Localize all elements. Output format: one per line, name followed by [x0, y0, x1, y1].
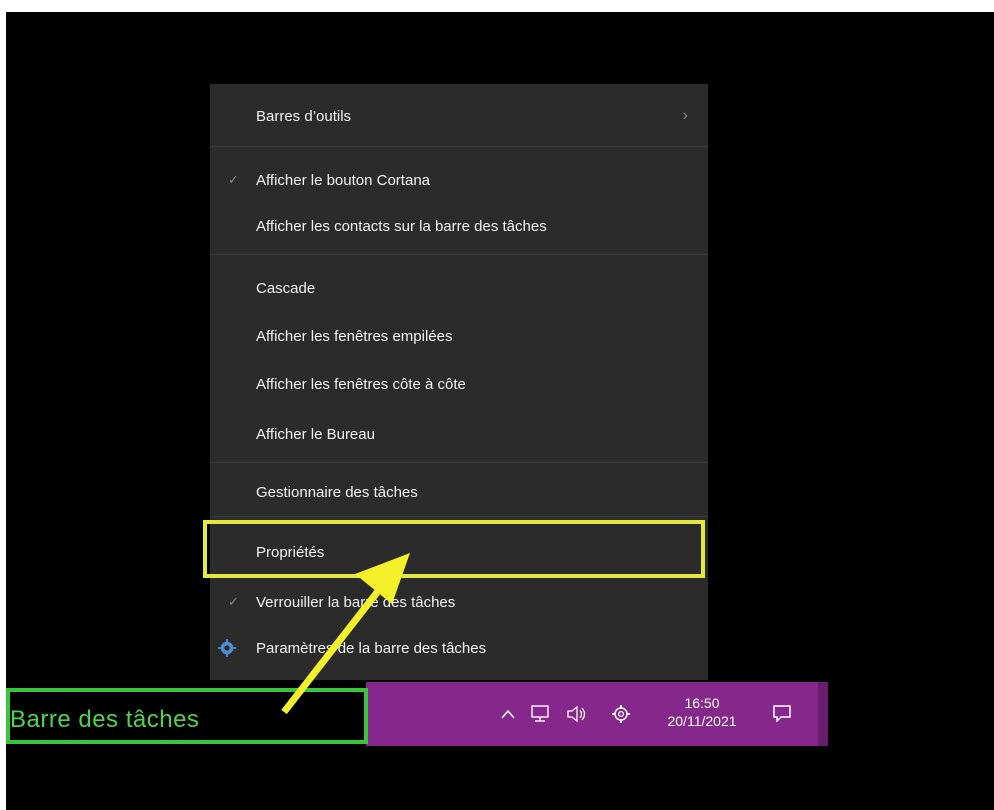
network-icon[interactable] [530, 704, 552, 724]
menu-item-label: Barres d’outils [256, 107, 352, 125]
menu-item-label: Afficher les fenêtres côte à côte [256, 375, 466, 393]
menu-item-task-manager[interactable]: Gestionnaire des tâches [210, 472, 708, 512]
menu-item-side-by-side[interactable]: Afficher les fenêtres côte à côte [210, 364, 708, 404]
settings-tray-icon[interactable] [610, 703, 632, 725]
checkmark-icon: ✓ [228, 594, 239, 609]
taskbar-clock[interactable]: 16:50 20/11/2021 [656, 694, 748, 730]
clock-time: 16:50 [684, 695, 720, 711]
menu-item-show-desktop[interactable]: Afficher le Bureau [210, 414, 708, 454]
taskbar [366, 682, 828, 746]
menu-separator [210, 146, 708, 147]
properties-highlight-box [203, 520, 705, 578]
menu-item-show-cortana[interactable]: ✓ Afficher le bouton Cortana [210, 160, 708, 200]
menu-item-label: Verrouiller la barre des tâches [256, 593, 456, 611]
menu-item-stacked-windows[interactable]: Afficher les fenêtres empilées [210, 316, 708, 356]
menu-item-label: Afficher le bouton Cortana [256, 171, 431, 189]
submenu-chevron-icon: › [682, 107, 688, 124]
menu-item-toolbars[interactable]: Barres d’outils › [210, 96, 708, 136]
menu-item-taskbar-settings[interactable]: Paramètres de la barre des tâches [210, 628, 708, 668]
menu-item-label: Gestionnaire des tâches [256, 483, 418, 501]
menu-separator [210, 254, 708, 255]
menu-item-label: Afficher les fenêtres empilées [256, 327, 453, 345]
menu-item-label: Cascade [256, 279, 316, 297]
menu-item-label: Afficher les contacts sur la barre des t… [256, 217, 547, 235]
volume-icon[interactable] [566, 705, 588, 723]
menu-item-label: Paramètres de la barre des tâches [256, 639, 487, 657]
action-center-icon[interactable] [772, 704, 792, 722]
taskbar-annotation-label: Barre des tâches [10, 706, 200, 733]
checkmark-icon: ✓ [228, 172, 239, 187]
taskbar-context-menu: Barres d’outils › ✓ Afficher le bouton C… [210, 84, 708, 680]
menu-item-cascade[interactable]: Cascade [210, 268, 708, 308]
menu-separator [210, 516, 708, 517]
menu-item-show-contacts[interactable]: Afficher les contacts sur la barre des t… [210, 206, 708, 246]
clock-date: 20/11/2021 [667, 713, 737, 729]
menu-item-label: Afficher le Bureau [256, 425, 375, 443]
menu-item-lock-taskbar[interactable]: ✓ Verrouiller la barre des tâches [210, 582, 708, 622]
taskbar-edge [818, 682, 828, 746]
screenshot-border-top [0, 0, 994, 12]
settings-gear-icon [218, 639, 236, 657]
menu-separator [210, 462, 708, 463]
chevron-up-icon[interactable] [500, 708, 516, 720]
